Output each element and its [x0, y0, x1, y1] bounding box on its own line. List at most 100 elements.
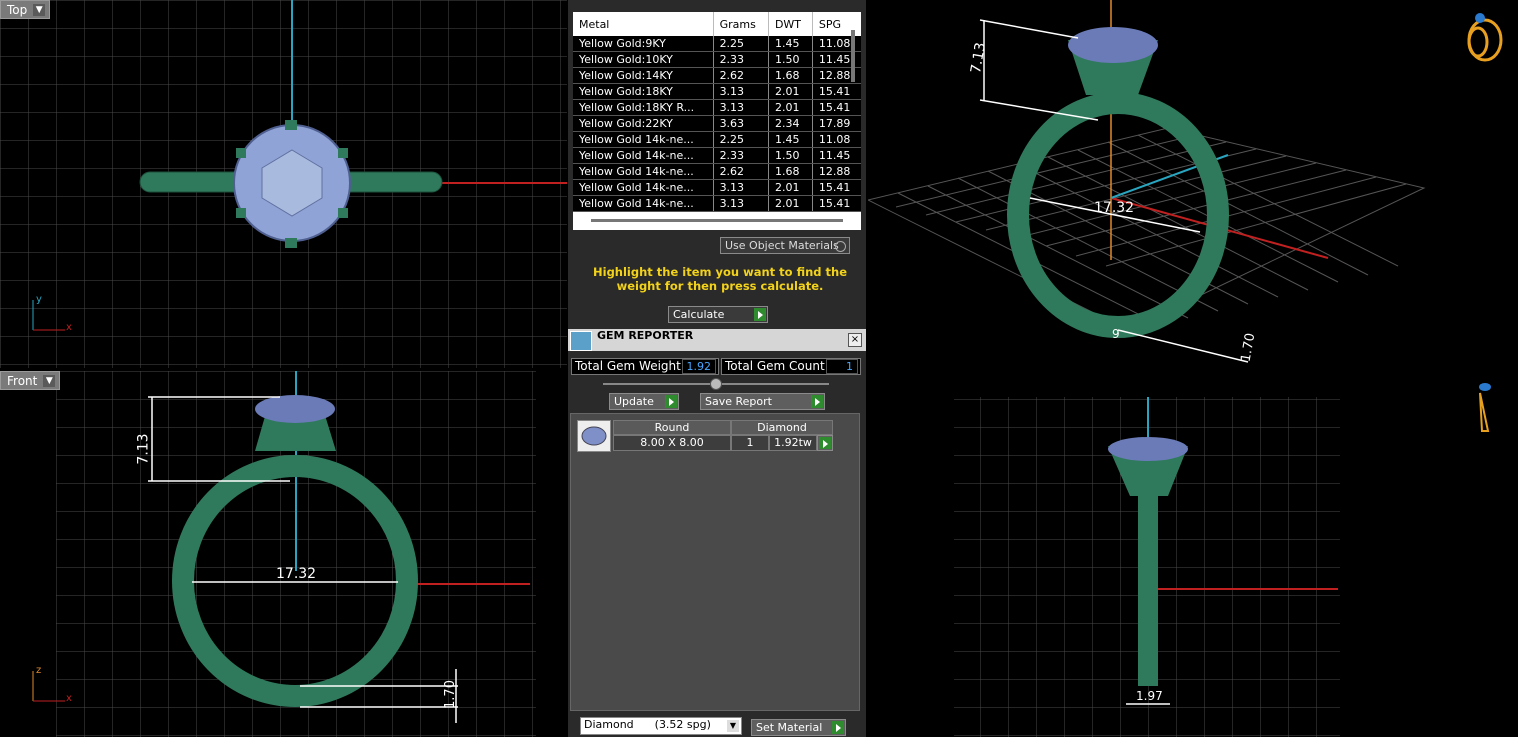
cell-dwt: 2.01: [768, 83, 813, 100]
dim-small-label: 9: [1112, 327, 1120, 341]
cell-metal: Yellow Gold:10KY: [573, 51, 714, 68]
viewport-right[interactable]: 1.97: [868, 371, 1518, 737]
chevron-down-icon[interactable]: ▼: [43, 375, 56, 387]
front-grid: [32, 371, 536, 737]
col-grams[interactable]: Grams: [713, 12, 769, 36]
ring-icon: [1467, 18, 1503, 62]
gem-reporter-titlebar[interactable]: GEM REPORTER ×: [568, 329, 866, 351]
dim-band-label: 1.70: [442, 680, 458, 709]
use-object-materials-button[interactable]: Use Object Materials: [720, 237, 850, 254]
dim-height-label: 7.13: [135, 433, 152, 465]
cell-grams: 3.63: [713, 115, 769, 132]
update-button[interactable]: Update: [609, 393, 679, 410]
cell-dwt: 2.01: [768, 179, 813, 196]
cell-grams: 2.33: [713, 147, 769, 164]
toggle-icon: [835, 241, 846, 252]
set-material-button[interactable]: Set Material: [751, 719, 846, 736]
table-row[interactable]: Yellow Gold:18KY 3.13 2.01 15.41: [573, 83, 861, 100]
play-icon: [665, 395, 677, 408]
cell-metal: Yellow Gold:18KY R...: [573, 99, 714, 116]
material-select[interactable]: Diamond (3.52 spg) ▼: [580, 717, 742, 735]
right-scene: [954, 383, 1491, 737]
horizontal-scrollbar[interactable]: [591, 219, 843, 222]
cell-dwt: 1.45: [768, 36, 813, 52]
cell-spg: 11.08: [812, 131, 861, 148]
divider-knob[interactable]: [710, 378, 722, 390]
viewport-front-label[interactable]: Front ▼: [0, 371, 61, 390]
col-dwt[interactable]: DWT: [768, 12, 813, 36]
table-row[interactable]: Yellow Gold 14k-ne... 3.13 2.01 15.41: [573, 195, 861, 212]
cell-dwt: 2.34: [768, 115, 813, 132]
metal-weight-table[interactable]: Metal Grams DWT SPG Yellow Gold:9KY 2.25 1…: [573, 12, 861, 230]
table-row[interactable]: Yellow Gold:18KY R... 3.13 2.01 15.41: [573, 99, 861, 116]
cell-grams: 3.13: [713, 179, 769, 196]
perspective-grid: [868, 127, 1426, 331]
cell-dwt: 1.50: [768, 147, 813, 164]
cell-grams: 2.33: [713, 51, 769, 68]
table-header-row: Metal Grams DWT SPG: [573, 12, 861, 36]
cell-grams: 2.25: [713, 131, 769, 148]
table-row[interactable]: Yellow Gold:9KY 2.25 1.45 11.08: [573, 36, 861, 52]
gem-thumbnail[interactable]: [577, 420, 611, 452]
gem-reporter-title: GEM REPORTER: [597, 329, 694, 342]
cell-metal: Yellow Gold 14k-ne...: [573, 195, 714, 212]
button-label: Save Report: [705, 395, 772, 408]
table-row[interactable]: Yellow Gold:10KY 2.33 1.50 11.45: [573, 51, 861, 68]
axis-x-label: x: [66, 693, 72, 704]
table-row[interactable]: Yellow Gold 14k-ne... 2.62 1.68 12.88: [573, 163, 861, 180]
vertical-scrollbar[interactable]: [851, 30, 855, 82]
cell-dwt: 1.45: [768, 131, 813, 148]
cell-spg: 12.88: [812, 163, 861, 180]
axis-x-label: x: [66, 322, 72, 333]
cell-dwt: 2.01: [768, 99, 813, 116]
viewport-name: Front: [7, 374, 38, 388]
viewport-perspective[interactable]: 7.13 17.32 1.70 9: [868, 0, 1518, 368]
cell-dwt: 2.01: [768, 195, 813, 212]
cell-metal: Yellow Gold 14k-ne...: [573, 131, 714, 148]
gem-shape-header: Round: [613, 420, 731, 435]
viewport-top[interactable]: Top ▼ y x: [0, 0, 567, 368]
gem-list-area[interactable]: [570, 413, 860, 711]
chevron-down-icon: ▼: [727, 720, 739, 732]
cell-grams: 3.13: [713, 83, 769, 100]
viewport-top-label[interactable]: Top ▼: [0, 0, 51, 19]
axis-y-label: y: [36, 294, 42, 305]
gem-reporter-icon: [570, 331, 592, 351]
cell-spg: 17.89: [812, 115, 861, 132]
viewport-front[interactable]: Front ▼ 7.13 17.32 1.70 z x: [0, 371, 567, 737]
button-label: Update: [614, 395, 654, 408]
save-report-button[interactable]: Save Report: [700, 393, 825, 410]
cell-grams: 2.25: [713, 36, 769, 52]
chevron-down-icon[interactable]: ▼: [33, 4, 46, 16]
close-icon[interactable]: ×: [848, 333, 862, 347]
cell-spg: 15.41: [812, 195, 861, 212]
table-row[interactable]: Yellow Gold 14k-ne... 3.13 2.01 15.41: [573, 179, 861, 196]
cell-grams: 2.62: [713, 67, 769, 84]
cell-metal: Yellow Gold 14k-ne...: [573, 163, 714, 180]
table-row[interactable]: Yellow Gold 14k-ne... 2.25 1.45 11.08: [573, 131, 861, 148]
cell-dwt: 1.50: [768, 51, 813, 68]
cell-grams: 3.13: [713, 99, 769, 116]
total-gem-weight-value: 1.92: [682, 359, 716, 374]
play-icon: [832, 721, 844, 734]
dim-width-label: 17.32: [276, 566, 317, 582]
gem-detail-button[interactable]: [817, 435, 833, 451]
cell-grams: 2.62: [713, 163, 769, 180]
cell-spg: 15.41: [812, 83, 861, 100]
table-row[interactable]: Yellow Gold:22KY 3.63 2.34 17.89: [573, 115, 861, 132]
gem-total-weight: 1.92tw: [769, 435, 817, 451]
button-label: Use Object Materials: [725, 239, 839, 252]
gem-size: 8.00 X 8.00: [613, 435, 731, 451]
cell-metal: Yellow Gold:14KY: [573, 67, 714, 84]
calculate-button[interactable]: Calculate: [668, 306, 768, 323]
dim-band-label: 1.97: [1136, 689, 1163, 703]
col-metal[interactable]: Metal: [573, 12, 714, 36]
viewport-name: Top: [7, 3, 28, 17]
cell-spg: 15.41: [812, 179, 861, 196]
table-row[interactable]: Yellow Gold:14KY 2.62 1.68 12.88: [573, 67, 861, 84]
cell-metal: Yellow Gold:18KY: [573, 83, 714, 100]
cell-metal: Yellow Gold:22KY: [573, 115, 714, 132]
cell-metal: Yellow Gold 14k-ne...: [573, 147, 714, 164]
dim-width-label: 17.32: [1094, 200, 1135, 216]
table-row[interactable]: Yellow Gold 14k-ne... 2.33 1.50 11.45: [573, 147, 861, 164]
